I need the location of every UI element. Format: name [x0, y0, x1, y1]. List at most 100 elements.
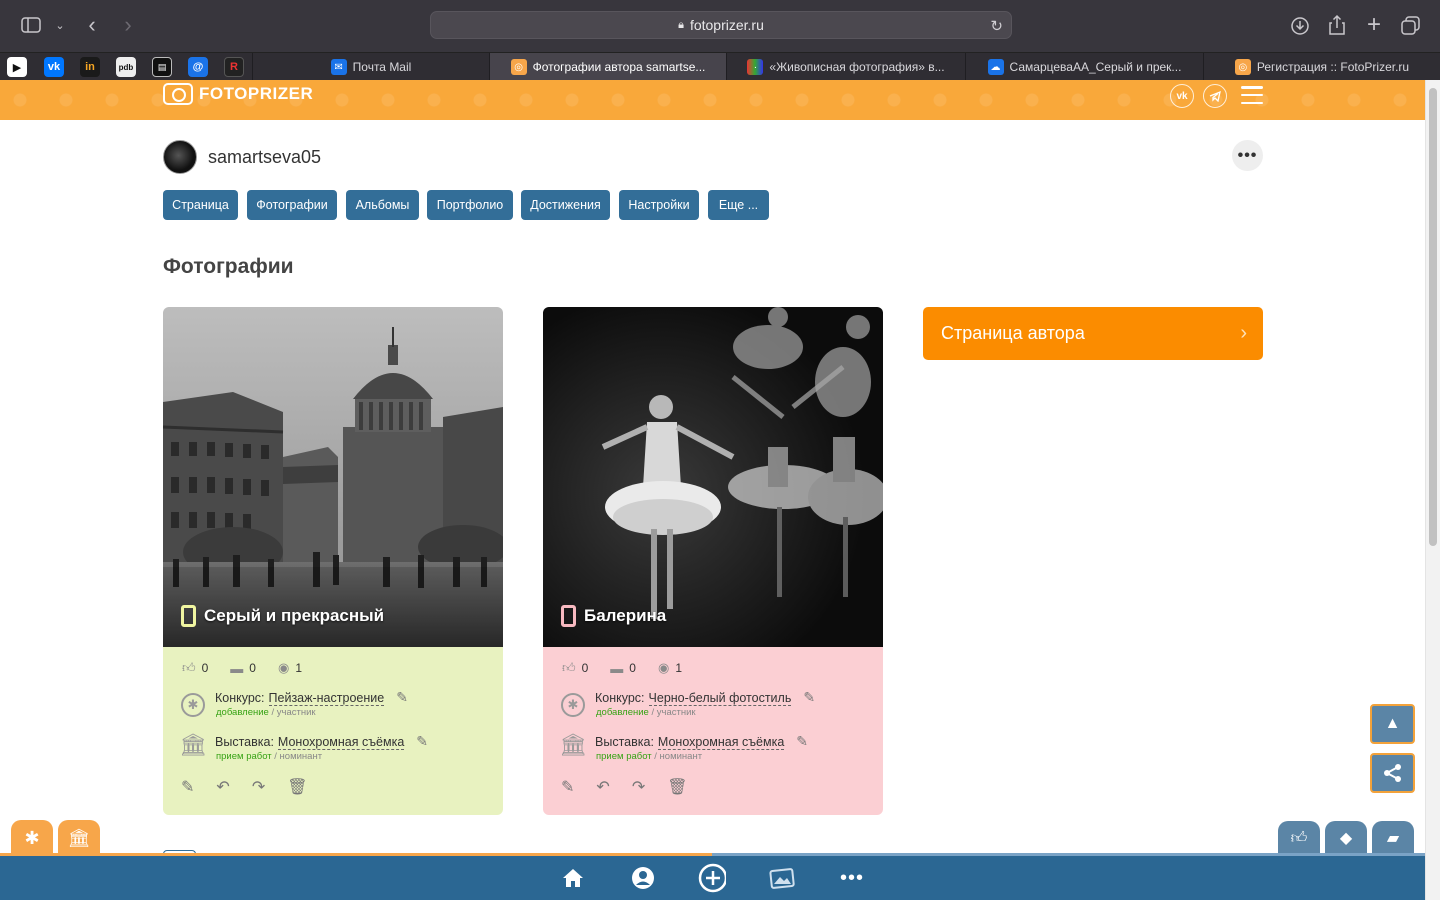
more-dots-icon[interactable]: ••• [838, 864, 866, 892]
chevron-down-icon[interactable]: ⌄ [52, 16, 68, 34]
nav-albums[interactable]: Альбомы [346, 190, 419, 220]
exhibition-role: номинант [279, 751, 323, 762]
share-button[interactable] [1370, 753, 1415, 793]
exhibition-label: Выставка: [215, 735, 274, 749]
card-info: 👍︎ 0 ▬ 0 ◉ 1 ✱ Конкурс: Черно-белый фотостил… [543, 647, 883, 815]
thumb-up-icon: 👍︎ [182, 660, 196, 675]
site-logo[interactable]: FOTOPRIZER [163, 83, 313, 105]
contest-link[interactable]: Черно-белый фотостиль [648, 691, 792, 706]
fotoprizer-icon: ◎ [1234, 59, 1251, 75]
pencil-icon[interactable]: ✎ [796, 733, 808, 749]
forward-icon[interactable]: › [118, 12, 138, 37]
slash-separator: / [274, 751, 277, 762]
bottom-nav: ••• [0, 856, 1425, 900]
tab-painting-photo[interactable]: · «Живописная фотография» в... [726, 53, 965, 81]
telegram-icon[interactable] [1203, 84, 1227, 108]
pinned-tab-youtube[interactable]: ▶ [7, 57, 27, 77]
chat-tab-button[interactable]: ▰ [1372, 821, 1414, 855]
exhibition-link[interactable]: Монохромная съёмка [657, 735, 785, 750]
vk-icon[interactable]: vk [1170, 84, 1194, 108]
new-tab-icon[interactable]: + [1363, 11, 1385, 38]
author-page-button[interactable]: Страница автора › [923, 307, 1263, 360]
menu-icon[interactable] [1241, 86, 1263, 104]
download-icon[interactable] [1289, 15, 1311, 37]
forward-share-icon[interactable]: ↷ [632, 777, 645, 797]
add-photo-icon[interactable] [698, 863, 726, 893]
pinned-tab-in[interactable]: in [80, 57, 100, 77]
comment-icon: ▬ [610, 660, 624, 676]
comments-stat[interactable]: ▬ 0 [610, 660, 636, 676]
card-actions: ✎ ↶ ↷ 🗑︎ [181, 777, 308, 797]
reply-icon[interactable]: ↶ [596, 777, 609, 797]
photo-title[interactable]: Серый и прекрасный [181, 605, 384, 627]
back-icon[interactable]: ‹ [82, 12, 102, 37]
nav-page[interactable]: Страница [163, 190, 238, 220]
pencil-icon[interactable]: ✎ [416, 733, 428, 749]
address-bar[interactable]: 🔒︎ fotoprizer.ru ↻ [430, 11, 1012, 39]
museum-icon: 🏛︎ [67, 827, 91, 848]
profile-icon[interactable] [629, 864, 657, 892]
reply-icon[interactable]: ↶ [216, 777, 229, 797]
trash-icon[interactable]: 🗑︎ [667, 777, 687, 797]
edit-icon[interactable]: ✎ [561, 777, 574, 797]
nav-more[interactable]: Еще ... [708, 190, 769, 220]
share-icon[interactable] [1326, 14, 1348, 36]
likes-stat[interactable]: 👍︎ 0 [562, 660, 588, 676]
photo-card: Балерина 👍︎ 0 ▬ 0 ◉ 1 ✱ Конкурс: Черно-белый… [543, 307, 883, 815]
sidebar-toggle-icon[interactable] [20, 15, 42, 35]
tab-registration[interactable]: ◎ Регистрация :: FotoPrizer.ru [1203, 53, 1440, 81]
reload-icon[interactable]: ↻ [990, 17, 1003, 35]
pinned-tab-mail[interactable]: @ [188, 57, 208, 77]
tab-fotoprizer-photos[interactable]: ◎ Фотографии автора samartse... [489, 53, 726, 81]
username[interactable]: samartseva05 [208, 147, 321, 168]
contest-stage: добавление [216, 707, 269, 718]
pinned-tab-shell[interactable]: ▤ [152, 57, 172, 77]
edit-icon[interactable]: ✎ [181, 777, 194, 797]
nav-photos[interactable]: Фотографии [247, 190, 337, 220]
pinned-tab-pdb[interactable]: pdb [116, 57, 136, 77]
pinned-tab-r[interactable]: R [224, 57, 244, 77]
tab-mail[interactable]: ✉ Почта Mail [252, 53, 489, 81]
gallery-icon[interactable] [768, 864, 796, 892]
pencil-icon[interactable]: ✎ [803, 689, 815, 705]
photo-ballerina[interactable]: Балерина [543, 307, 883, 647]
avatar[interactable] [163, 140, 197, 174]
nav-achievements[interactable]: Достижения [521, 190, 610, 220]
likes-stat[interactable]: 👍︎ 0 [182, 660, 208, 676]
likes-tab-button[interactable]: 👍︎ [1278, 821, 1320, 855]
nav-portfolio[interactable]: Портфолио [427, 190, 513, 220]
contests-tab-button[interactable]: ✱ [11, 820, 53, 856]
pinned-tab-vk[interactable]: vk [44, 57, 64, 77]
site-header: FOTOPRIZER vk [0, 80, 1425, 120]
gems-tab-button[interactable]: ◆ [1325, 821, 1367, 855]
tab-overview-icon[interactable] [1400, 15, 1422, 37]
photo-card: Серый и прекрасный 👍︎ 0 ▬ 0 ◉ 1 ✱ Конкурс: П… [163, 307, 503, 815]
contest-label: Конкурс: [595, 691, 645, 705]
photo-cathedral[interactable]: Серый и прекрасный [163, 307, 503, 647]
chevron-right-icon: › [1240, 322, 1247, 344]
lock-icon: 🔒︎ [678, 18, 684, 31]
trash-icon[interactable]: 🗑︎ [287, 777, 307, 797]
tab-cloud-file[interactable]: ☁ СамарцеваАА_Серый и прек... [965, 53, 1203, 81]
pencil-icon[interactable]: ✎ [396, 689, 408, 705]
share-nodes-icon [1383, 764, 1401, 782]
camera-logo-icon [163, 83, 193, 105]
scrollbar-thumb[interactable] [1429, 88, 1437, 546]
arrow-up-icon: ▲ [1384, 715, 1401, 732]
diamond-icon: ◆ [1339, 830, 1353, 847]
aperture-icon: ✱ [181, 693, 205, 717]
contest-stage: добавление [596, 707, 649, 718]
page-title: Фотографии [163, 255, 294, 278]
exhibitions-tab-button[interactable]: 🏛︎ [58, 820, 100, 856]
exhibition-link[interactable]: Монохромная съёмка [277, 735, 405, 750]
more-options-button[interactable]: ••• [1232, 140, 1263, 171]
home-icon[interactable] [559, 864, 587, 892]
contest-link[interactable]: Пейзаж-настроение [268, 691, 385, 706]
photo-title[interactable]: Балерина [561, 605, 666, 627]
forward-share-icon[interactable]: ↷ [252, 777, 265, 797]
mail-icon: ✉ [330, 59, 347, 75]
comments-stat[interactable]: ▬ 0 [230, 660, 256, 676]
thumb-up-icon: 👍︎ [1290, 829, 1308, 847]
scroll-top-button[interactable]: ▲ [1370, 704, 1415, 744]
nav-settings[interactable]: Настройки [619, 190, 699, 220]
